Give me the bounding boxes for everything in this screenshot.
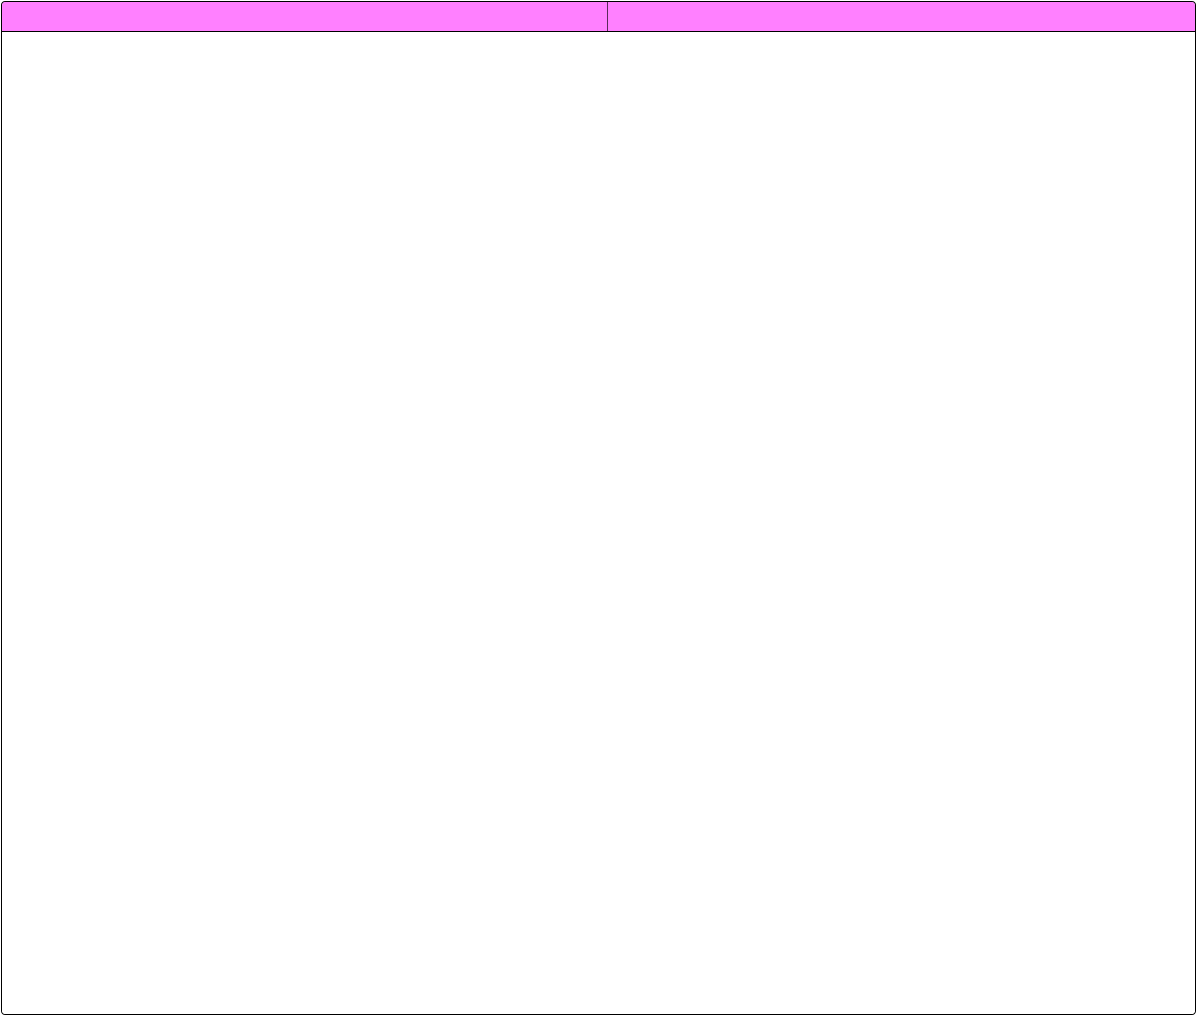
table-header [2, 2, 1195, 32]
table-body [2, 32, 1195, 1014]
header-column-1[interactable] [2, 2, 608, 31]
table-frame [1, 1, 1196, 1015]
header-column-2[interactable] [608, 2, 1195, 31]
